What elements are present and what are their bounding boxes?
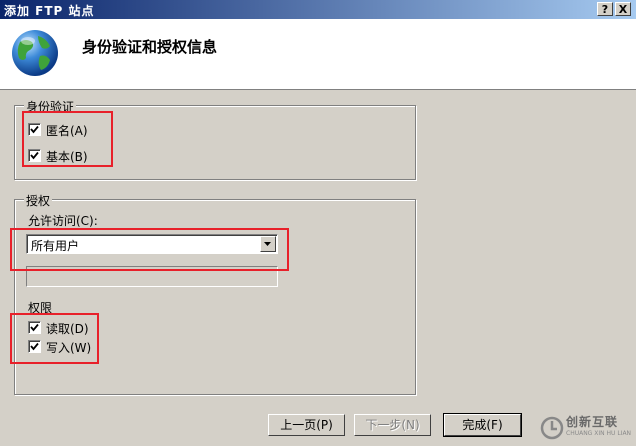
- page-title: 身份验证和授权信息: [82, 38, 218, 56]
- finish-button[interactable]: 完成(F): [443, 413, 522, 437]
- help-button[interactable]: ?: [597, 2, 613, 16]
- allow-access-label: 允许访问(C):: [28, 214, 98, 228]
- next-button[interactable]: 下一步(N): [354, 414, 431, 436]
- watermark-text: 创新互联: [566, 415, 619, 429]
- window-title: 添加 FTP 站点: [4, 4, 95, 18]
- prev-button[interactable]: 上一页(P): [268, 414, 345, 436]
- authorization-legend: 授权: [24, 192, 53, 209]
- logo-icon: [540, 416, 564, 440]
- wizard-header: 身份验证和授权信息: [0, 19, 636, 90]
- highlight-box-allow-access: [10, 228, 289, 271]
- title-bar: 添加 FTP 站点 ? X: [0, 0, 636, 19]
- watermark-logo: 创新互联 CHUANG XIN HU LIAN: [538, 411, 636, 446]
- close-button[interactable]: X: [615, 2, 631, 16]
- watermark-subtext: CHUANG XIN HU LIAN: [566, 430, 632, 437]
- highlight-box-authentication: [22, 111, 113, 167]
- globe-icon: [12, 30, 58, 76]
- highlight-box-permissions: [10, 313, 99, 364]
